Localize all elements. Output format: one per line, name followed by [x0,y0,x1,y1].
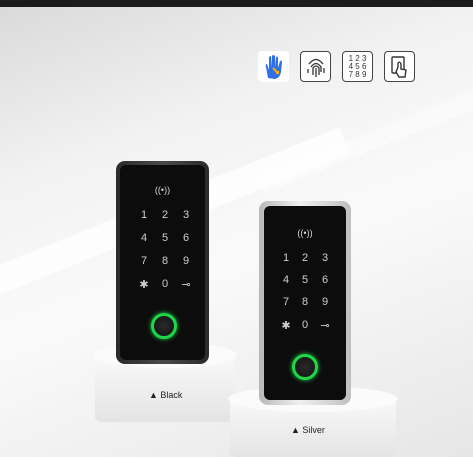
key: 6 [321,274,329,286]
key: ⊸ [181,279,191,291]
light-streak [257,64,473,194]
silver-lock: ((•)) 1 2 3 4 5 6 7 8 9 ✱ 0 ⊸ [259,201,351,405]
key: 0 [161,278,169,290]
palm-icon [258,51,289,82]
key: 1 [140,209,148,221]
key: 4 [140,232,148,244]
key: 7 [140,255,148,267]
card-icon [384,51,415,82]
key: 5 [161,232,169,244]
key: 2 [161,209,169,221]
caption-black: ▲ Black [149,390,183,400]
keypad-panel: ((•)) 1 2 3 4 5 6 7 8 9 ✱ 0 ⊸ [264,206,346,400]
keypad-panel: ((•)) 1 2 3 4 5 6 7 8 9 ✱ 0 ⊸ [120,165,205,360]
key: 6 [182,232,190,244]
key: 4 [282,274,290,286]
keypad-row: 7 8 9 [348,69,367,79]
fingerprint-icon [300,51,331,82]
rfid-icon: ((•)) [297,228,313,238]
key: ✱ [281,320,291,332]
product-scene: 1 2 3 4 5 6 7 8 9 ((•)) 1 2 3 4 5 6 7 8 … [0,0,473,457]
key: 2 [301,252,309,264]
key: ✱ [139,279,149,291]
key: 7 [282,296,290,308]
key: 8 [161,255,169,267]
fingerprint-sensor [292,354,318,380]
fingerprint-sensor [151,313,177,339]
key: 3 [182,209,190,221]
key: 5 [301,274,309,286]
keypad-icon: 1 2 3 4 5 6 7 8 9 [342,51,373,82]
key: 3 [321,252,329,264]
black-lock: ((•)) 1 2 3 4 5 6 7 8 9 ✱ 0 ⊸ [116,161,209,364]
key: 1 [282,252,290,264]
key: 9 [321,296,329,308]
key: 8 [301,296,309,308]
top-bar [0,0,473,7]
caption-silver: ▲ Silver [291,425,325,435]
key: 0 [301,319,309,331]
key: ⊸ [320,320,330,332]
feature-icons: 1 2 3 4 5 6 7 8 9 [258,51,415,82]
key: 9 [182,255,190,267]
rfid-icon: ((•)) [154,185,171,195]
